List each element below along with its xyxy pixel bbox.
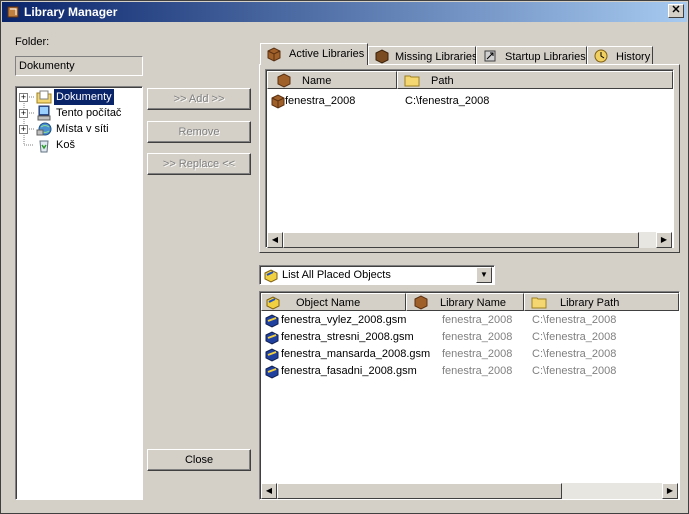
scroll-right-button[interactable]: ▶ [656,232,672,248]
libraries-hscrollbar[interactable]: ◀ ▶ [267,232,672,248]
recycle-bin-icon [39,140,49,153]
scroll-left-button[interactable]: ◀ [267,232,283,248]
expand-icon[interactable]: + [19,108,28,118]
network-places-icon [36,122,52,136]
folder-icon [531,297,547,309]
column-header-label: Library Path [560,297,620,309]
column-header-object-name[interactable]: Object Name [261,293,406,311]
startup-library-icon [484,50,496,62]
objects-hscrollbar[interactable]: ◀ ▶ [261,483,678,499]
placed-objects-list[interactable]: Object Name Library Name Library Path fe… [259,291,680,500]
tree-item-mista-v-siti[interactable]: + [19,121,28,137]
library-box-icon [277,73,291,88]
scroll-thumb[interactable] [283,232,639,248]
object-library-path: C:\fenestra_2008 [532,348,617,360]
object-name: fenestra_stresni_2008.gsm [281,331,414,343]
objects-filter-dropdown[interactable]: List All Placed Objects ▼ [259,265,495,285]
placed-objects-icon [266,296,280,310]
tab-label: Active Libraries [289,48,365,60]
scroll-left-button[interactable]: ◀ [261,483,277,499]
history-icon [594,49,608,63]
add-button[interactable]: >> Add >> [147,88,251,110]
folder-documents-icon [36,90,52,104]
object-name: fenestra_mansarda_2008.gsm [281,348,431,360]
missing-library-icon [375,49,389,64]
expand-icon[interactable]: + [19,124,28,134]
window-close-button[interactable]: ✕ [668,4,684,18]
object-row[interactable]: fenestra_mansarda_2008.gsm fenestra_2008… [262,346,672,363]
object-library-path: C:\fenestra_2008 [532,331,617,343]
tree-item-label-dokumenty[interactable]: Dokumenty [54,89,114,105]
replace-button[interactable]: >> Replace << [147,153,251,175]
window-object-icon [265,314,279,328]
my-computer-icon [37,105,51,121]
library-name: fenestra_2008 [285,95,356,107]
library-path: C:\fenestra_2008 [405,95,490,107]
placed-objects-icon [264,269,278,283]
libraries-list[interactable]: Name Path fenestra_2008 C:\fenestra_2008… [265,69,674,248]
active-libraries-panel: Name Path fenestra_2008 C:\fenestra_2008… [259,64,680,253]
object-row[interactable]: fenestra_stresni_2008.gsm fenestra_2008 … [262,329,672,346]
remove-button[interactable]: Remove [147,121,251,143]
tree-item-label-mista-v-siti[interactable]: Místa v síti [56,121,109,137]
title-bar[interactable]: Library Manager ✕ [2,2,687,22]
tree-item-label-kos[interactable]: Koš [56,137,75,153]
library-box-icon [414,295,428,310]
tab-missing-libraries[interactable]: Missing Libraries [368,46,478,66]
close-button[interactable]: Close [147,449,251,471]
folder-icon [404,75,420,87]
tree-item-dokumenty[interactable]: + [19,89,28,105]
object-row[interactable]: fenestra_fasadni_2008.gsm fenestra_2008 … [262,363,672,380]
scroll-thumb[interactable] [277,483,562,499]
tree-item-tento-pocitac[interactable]: + [19,105,28,121]
column-header-label: Path [431,75,454,87]
object-name: fenestra_fasadni_2008.gsm [281,365,417,377]
window-object-icon [265,365,279,379]
library-row[interactable]: fenestra_2008 C:\fenestra_2008 [268,93,668,110]
column-header-label: Name [302,75,332,87]
library-manager-window: Library Manager ✕ Folder: Dokumenty + Do… [0,0,689,514]
expand-icon[interactable]: + [19,92,28,102]
window-object-icon [265,331,279,345]
folder-label: Folder: [15,36,50,48]
column-header-name[interactable]: Name [267,71,397,89]
object-library-path: C:\fenestra_2008 [532,365,617,377]
dropdown-arrow-button[interactable]: ▼ [476,267,492,283]
tab-active-libraries[interactable]: Active Libraries [260,43,368,65]
column-header-label: Object Name [296,297,361,309]
library-box-icon [267,47,281,62]
filter-selected-value: List All Placed Objects [282,269,391,281]
tab-startup-libraries[interactable]: Startup Libraries [476,46,587,66]
column-header-label: Library Name [440,297,507,309]
object-library-name: fenestra_2008 [442,365,513,377]
column-header-library-name[interactable]: Library Name [406,293,524,311]
object-row[interactable]: fenestra_vylez_2008.gsm fenestra_2008 C:… [262,312,672,329]
object-name: fenestra_vylez_2008.gsm [281,314,407,326]
folder-path-value: Dokumenty [19,60,75,72]
object-library-name: fenestra_2008 [442,348,513,360]
folder-path-field: Dokumenty [15,56,143,76]
object-library-name: fenestra_2008 [442,331,513,343]
column-header-library-path[interactable]: Library Path [524,293,679,311]
column-header-path[interactable]: Path [397,71,673,89]
folder-tree[interactable]: + Dokumenty + Tento počítač + Místa v sí… [15,86,143,500]
tree-item-label-tento-pocitac[interactable]: Tento počítač [56,105,121,121]
object-library-path: C:\fenestra_2008 [532,314,617,326]
scroll-right-button[interactable]: ▶ [662,483,678,499]
window-title: Library Manager [24,5,118,19]
app-icon [7,6,19,18]
object-library-name: fenestra_2008 [442,314,513,326]
window-object-icon [265,348,279,362]
library-box-icon [271,94,285,109]
tab-history[interactable]: History [587,46,653,66]
